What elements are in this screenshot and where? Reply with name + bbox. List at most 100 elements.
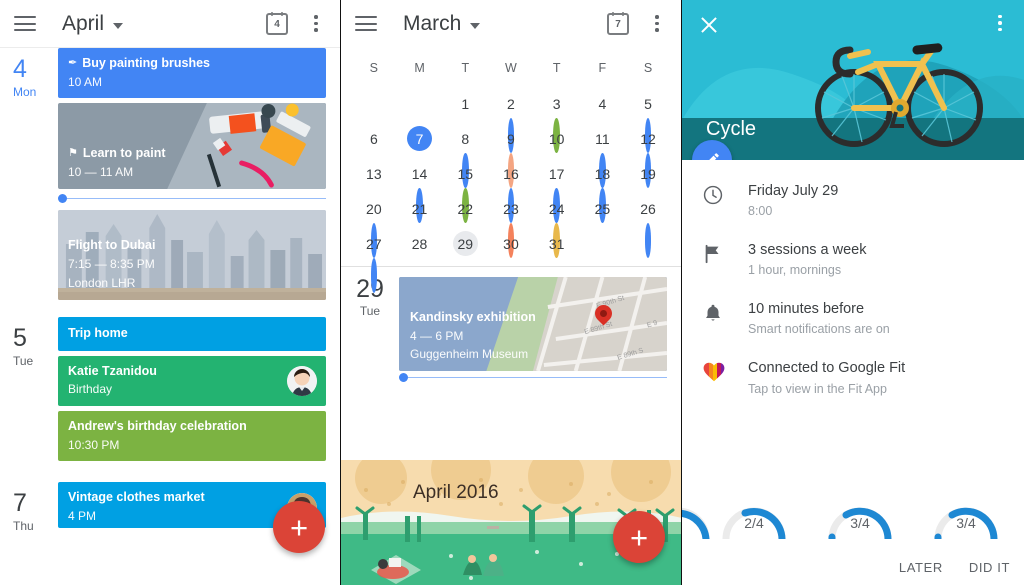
goal-detail-list: Friday July 29 8:00 3 sessions a week 1 … xyxy=(682,160,1024,419)
month-grid[interactable]: S M T W T F S 1 2 3 4 5 6 7 8 9 10 11 12 13 14 15 16 17 1… xyxy=(341,47,681,293)
event-title: Kandinsky exhibition xyxy=(410,310,536,325)
month-day-cell[interactable]: 9 xyxy=(488,120,534,188)
agenda-day-gutter: 29 Tue xyxy=(341,277,399,371)
day-gutter: 4 Mon xyxy=(0,48,58,305)
detail-row-frequency[interactable]: 3 sessions a week 1 hour, mornings xyxy=(682,241,1024,300)
month-day-cell[interactable]: 22 xyxy=(442,190,488,225)
month-day-cell[interactable]: 25 xyxy=(580,190,626,225)
more-vertical-icon[interactable] xyxy=(990,13,1010,33)
heart-icon xyxy=(702,359,748,383)
event-body: Flight to Dubai 7:15 — 8:35 PM London LH… xyxy=(68,238,155,291)
detail-text: Friday July 29 8:00 xyxy=(748,182,838,218)
event-title: Vintage clothes market xyxy=(68,490,205,505)
month-day-cell[interactable]: 7 xyxy=(397,120,443,155)
month-day-cell[interactable]: 14 xyxy=(397,155,443,223)
month-day-cell[interactable]: 4 xyxy=(580,85,626,120)
month-week-row: 27 28 29 30 31 xyxy=(351,225,671,293)
month-day-cell[interactable]: 2 xyxy=(488,85,534,153)
month-day-cell[interactable]: 21 xyxy=(397,190,443,225)
month-day-cell[interactable]: 16 xyxy=(488,155,534,223)
month-day-cell[interactable]: 15 xyxy=(442,155,488,223)
agenda-day-weekday: Tue xyxy=(359,304,381,318)
calendar-today-icon[interactable]: 4 xyxy=(266,11,288,35)
detail-subtitle: 8:00 xyxy=(748,204,773,219)
month-day-cell[interactable]: 19 xyxy=(625,155,671,190)
month-day-number: 15 xyxy=(457,165,474,182)
goal-detail-panel: Cycle Friday July 29 8:00 3 sessions a w… xyxy=(682,0,1024,585)
event-time: 10 AM xyxy=(68,74,103,89)
event-card-learn-to-paint[interactable]: ⚑ Learn to paint 10 — 11 AM xyxy=(58,103,326,190)
month-day-cell[interactable]: 26 xyxy=(625,190,671,258)
weekday-label: F xyxy=(598,61,607,75)
later-button[interactable]: LATER xyxy=(899,560,943,575)
close-icon[interactable] xyxy=(699,15,719,35)
detail-title: Friday July 29 xyxy=(748,183,839,199)
progress-ring-2of4: 2/4 xyxy=(718,483,790,543)
event-card-andrews-birthday[interactable]: Andrew's birthday celebration 10:30 PM xyxy=(58,411,326,462)
event-card-kandinsky-exhibition[interactable]: E 90th St E 89th St E 9 E 89th S Kandins… xyxy=(399,277,667,371)
detail-title: 3 sessions a week xyxy=(748,242,867,259)
month-day-number: 28 xyxy=(411,235,428,252)
month-day-number: 2 xyxy=(507,95,515,112)
month-day-cell[interactable]: 18 xyxy=(580,155,626,223)
current-time-indicator xyxy=(58,194,326,204)
progress-ring xyxy=(682,483,714,543)
month-day-cell[interactable]: 6 xyxy=(351,120,397,155)
did-it-button[interactable]: DID IT xyxy=(969,560,1010,575)
detail-row-schedule[interactable]: Friday July 29 8:00 xyxy=(682,182,1024,241)
month-day-number: 13 xyxy=(366,165,382,182)
month-title-dropdown[interactable]: March xyxy=(403,12,481,36)
month-week-row: 13 14 15 16 17 18 19 xyxy=(351,155,671,223)
event-time: 4 — 6 PM xyxy=(410,328,464,343)
event-time: 10 — 11 AM xyxy=(68,164,134,179)
add-event-fab[interactable] xyxy=(613,511,665,563)
month-day-cell[interactable]: 5 xyxy=(625,85,671,153)
month-day-cell[interactable]: 3 xyxy=(534,85,580,153)
month-day-cell[interactable]: 24 xyxy=(534,190,580,258)
month-day-cell[interactable]: 30 xyxy=(488,225,534,260)
month-day-number: 20 xyxy=(366,200,382,217)
event-card-trip-home[interactable]: Trip home xyxy=(58,317,326,351)
page-title: April xyxy=(62,11,105,35)
event-card-katie-birthday[interactable]: Katie Tzanidou Birthday xyxy=(58,355,326,407)
event-dot xyxy=(370,258,378,293)
add-event-fab[interactable] xyxy=(273,501,325,553)
month-day-cell[interactable]: 8 xyxy=(442,120,488,188)
detail-subtitle: Tap to view in the Fit App xyxy=(748,381,887,396)
month-day-number: 26 xyxy=(640,200,656,217)
month-day-number: 31 xyxy=(548,235,565,252)
hamburger-menu-icon[interactable] xyxy=(355,16,377,31)
detail-subtitle: 1 hour, mornings xyxy=(748,263,842,278)
event-title: Katie Tzanidou xyxy=(68,363,157,378)
month-day-cell[interactable]: 11 xyxy=(580,120,626,188)
month-weeks: 1 2 3 4 5 6 7 8 9 10 11 12 13 14 15 16 17 18 19 20 21 22 23 24 2… xyxy=(351,85,671,293)
month-title-dropdown[interactable]: April xyxy=(62,11,124,36)
schedule-toolbar: April 4 xyxy=(0,0,340,47)
event-card-buy-painting-brushes[interactable]: ✒ Buy painting brushes 10 AM xyxy=(58,48,326,99)
month-day-number: 6 xyxy=(369,130,378,147)
more-vertical-icon[interactable] xyxy=(306,14,326,34)
hamburger-menu-icon[interactable] xyxy=(14,16,36,31)
month-day-cell[interactable]: 23 xyxy=(488,190,534,258)
month-day-cell[interactable]: 28 xyxy=(397,225,443,260)
month-day-cell[interactable]: 29 xyxy=(442,225,488,260)
detail-row-notification[interactable]: 10 minutes before Smart notifications ar… xyxy=(682,300,1024,359)
month-day-cell[interactable]: 13 xyxy=(351,155,397,190)
clock-icon xyxy=(702,182,748,206)
goal-title: Cycle xyxy=(706,118,757,140)
month-day-cell[interactable]: 20 xyxy=(351,190,397,258)
month-day-cell[interactable]: 1 xyxy=(442,85,488,120)
month-day-cell[interactable]: 27 xyxy=(351,225,397,293)
calendar-today-icon[interactable]: 7 xyxy=(607,11,629,35)
month-day-cell[interactable]: 10 xyxy=(534,120,580,155)
month-day-empty xyxy=(397,85,443,120)
event-card-flight-to-dubai[interactable]: Flight to Dubai 7:15 — 8:35 PM London LH… xyxy=(58,210,326,301)
detail-text: Connected to Google Fit Tap to view in t… xyxy=(748,359,905,395)
avatar xyxy=(287,365,317,396)
month-day-cell[interactable]: 12 xyxy=(625,120,671,188)
flag-icon xyxy=(702,241,748,265)
more-vertical-icon[interactable] xyxy=(647,14,667,34)
detail-row-google-fit[interactable]: Connected to Google Fit Tap to view in t… xyxy=(682,359,1024,418)
month-day-cell[interactable]: 17 xyxy=(534,155,580,223)
month-day-cell[interactable]: 31 xyxy=(534,225,580,260)
